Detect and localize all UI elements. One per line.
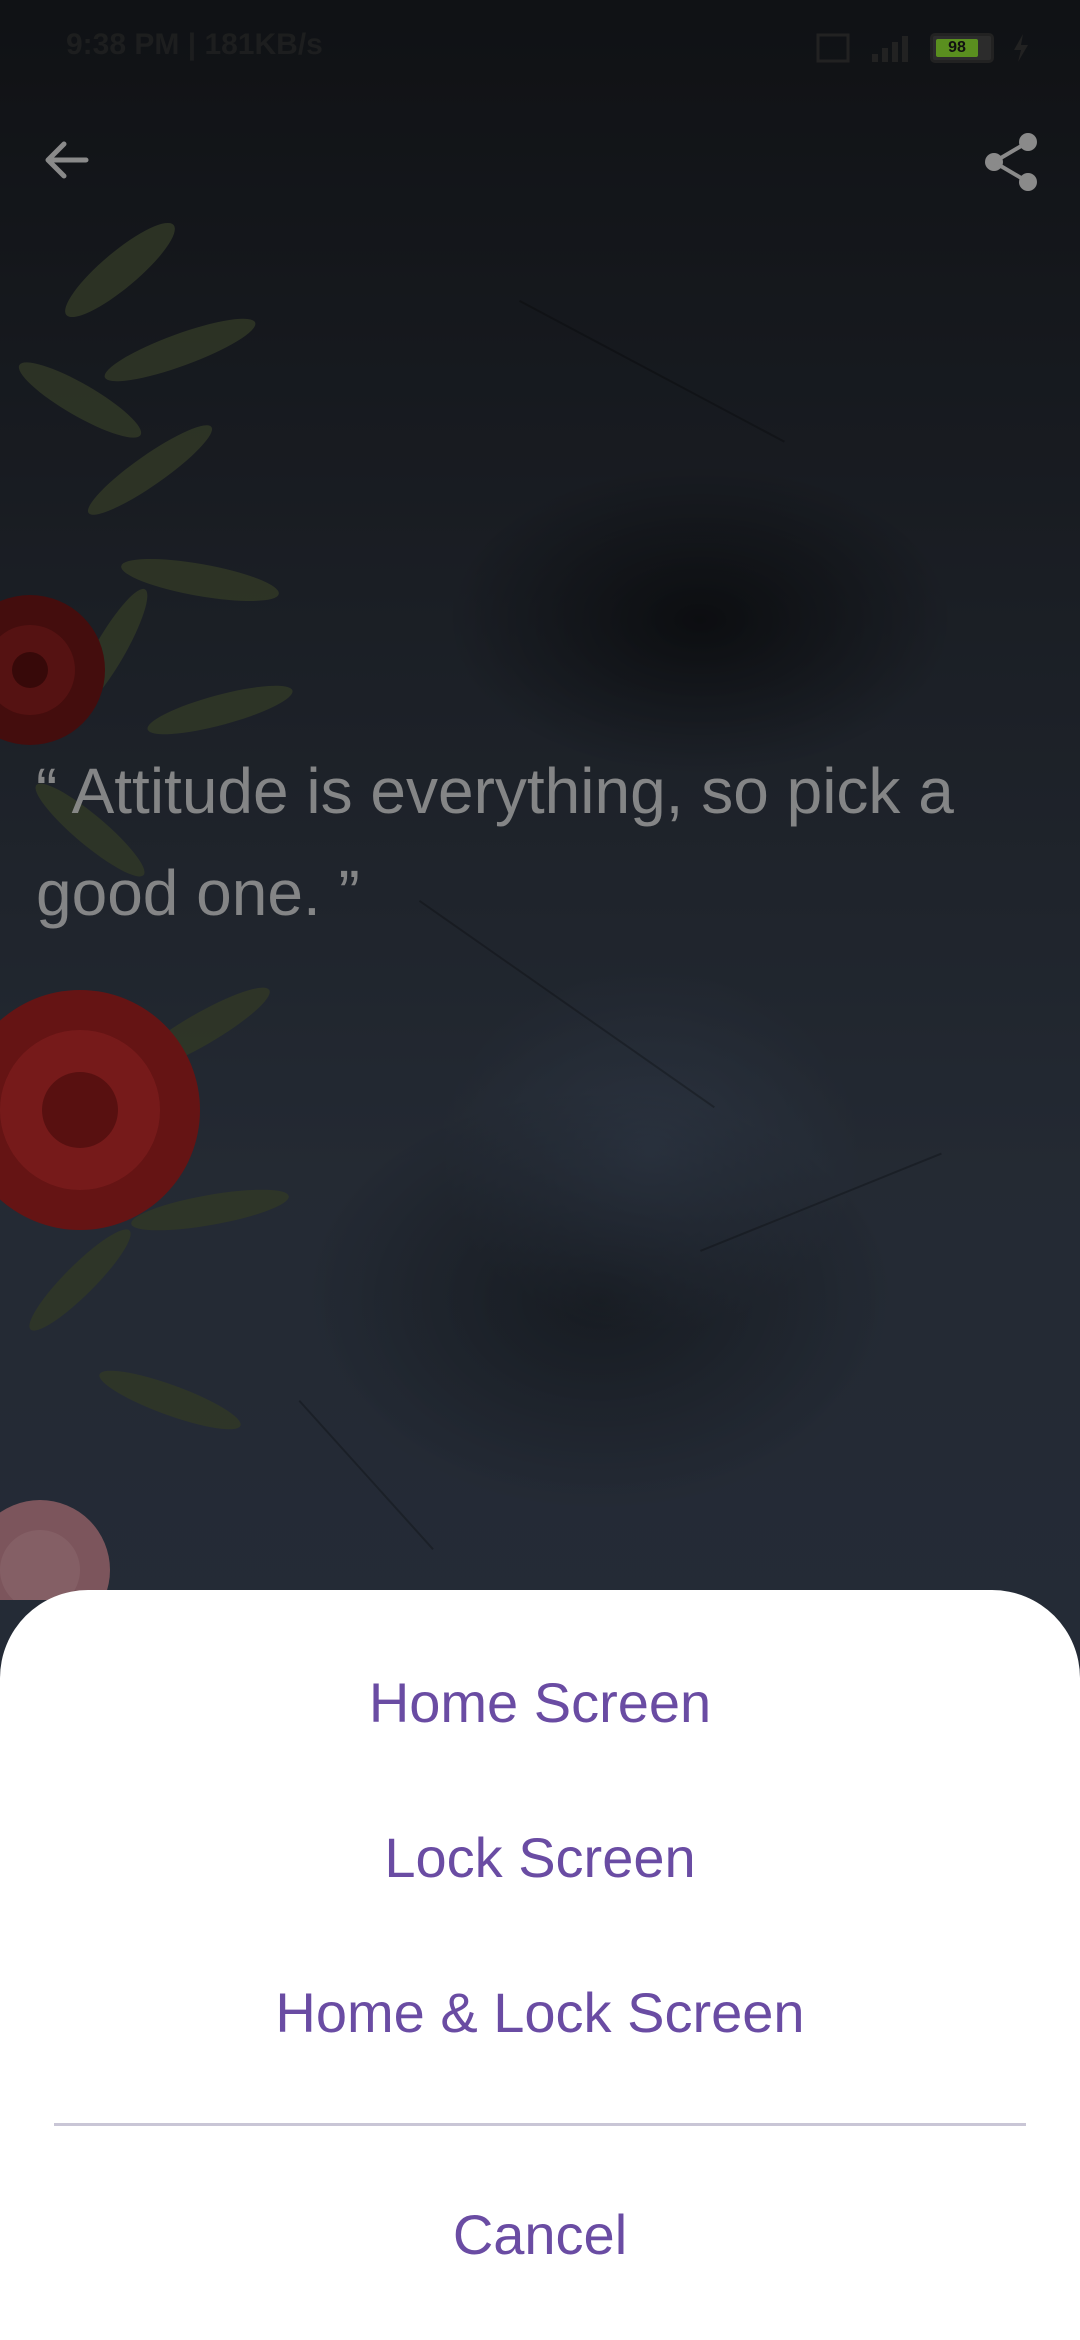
status-bar: 9:38 PM | 181KB/s 98	[0, 0, 1080, 100]
battery-icon: 98	[930, 33, 994, 63]
wallpaper-preview-screen: 9:38 PM | 181KB/s 98 “ Attitude is every…	[0, 0, 1080, 2340]
share-icon[interactable]	[980, 130, 1044, 194]
home-screen-option[interactable]: Home Screen	[0, 1670, 1080, 1735]
battery-level: 98	[936, 39, 978, 57]
top-app-bar	[0, 120, 1080, 200]
set-wallpaper-sheet: Home Screen Lock Screen Home & Lock Scre…	[0, 1590, 1080, 2340]
signal-icon	[872, 36, 908, 62]
back-arrow-icon[interactable]	[36, 130, 96, 190]
charging-icon	[1014, 34, 1028, 62]
lock-screen-option[interactable]: Lock Screen	[0, 1825, 1080, 1890]
sim-icon	[816, 33, 850, 63]
quote-text: “ Attitude is everything, so pick a good…	[36, 755, 954, 929]
status-icons: 98	[816, 32, 1030, 64]
home-and-lock-screen-option[interactable]: Home & Lock Screen	[0, 1980, 1080, 2045]
status-time: 9:38 PM | 181KB/s	[66, 28, 323, 61]
sheet-divider	[54, 2123, 1026, 2126]
cancel-button[interactable]: Cancel	[0, 2202, 1080, 2267]
